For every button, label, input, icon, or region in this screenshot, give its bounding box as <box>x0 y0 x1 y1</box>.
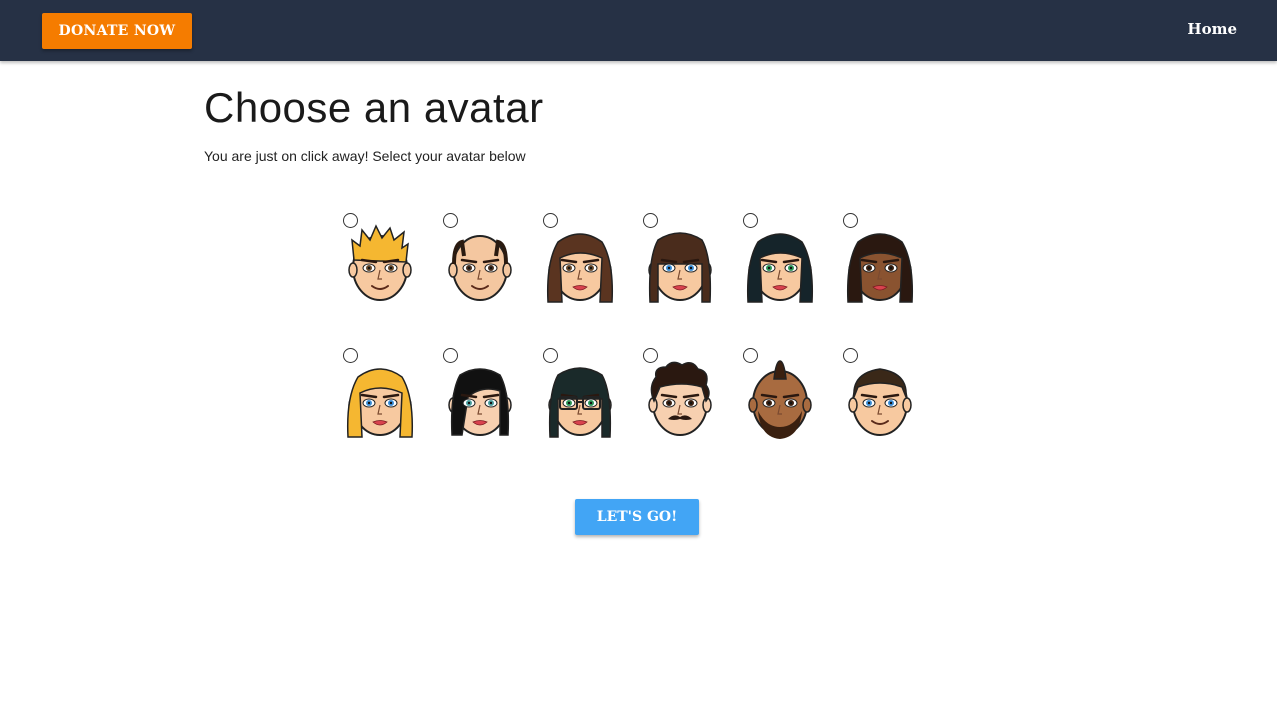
top-navbar: DONATE NOW Home <box>0 0 1277 61</box>
blue-eyed-man-avatar-icon[interactable] <box>842 357 918 441</box>
avatar-option-black-bob-woman[interactable] <box>440 345 520 445</box>
glasses-woman-avatar-icon[interactable] <box>542 357 618 441</box>
donate-now-button[interactable]: DONATE NOW <box>42 13 192 49</box>
mohawk-man-avatar-icon[interactable] <box>742 357 818 441</box>
avatar-grid <box>340 210 920 450</box>
black-haired-woman-avatar-icon[interactable] <box>742 222 818 306</box>
avatar-option-mustache-man[interactable] <box>640 345 720 445</box>
avatar-option-brown-haired-woman[interactable] <box>540 210 620 310</box>
lets-go-button[interactable]: LET'S GO! <box>575 499 699 535</box>
bald-man-avatar-icon[interactable] <box>442 222 518 306</box>
avatar-option-black-haired-woman[interactable] <box>740 210 820 310</box>
blond-spiky-man-avatar-icon[interactable] <box>342 222 418 306</box>
home-link[interactable]: Home <box>1187 20 1237 38</box>
bangs-woman-avatar-icon[interactable] <box>642 222 718 306</box>
mustache-man-avatar-icon[interactable] <box>642 357 718 441</box>
avatar-option-glasses-woman[interactable] <box>540 345 620 445</box>
avatar-option-dark-skinned-woman[interactable] <box>840 210 920 310</box>
page-subtitle: You are just on click away! Select your … <box>204 148 526 164</box>
avatar-option-mohawk-man[interactable] <box>740 345 820 445</box>
black-bob-woman-avatar-icon[interactable] <box>442 357 518 441</box>
avatar-option-blue-eyed-man[interactable] <box>840 345 920 445</box>
avatar-option-blonde-woman[interactable] <box>340 345 420 445</box>
blonde-woman-avatar-icon[interactable] <box>342 357 418 441</box>
brown-haired-woman-avatar-icon[interactable] <box>542 222 618 306</box>
page-title: Choose an avatar <box>204 84 544 131</box>
avatar-option-blond-spiky-man[interactable] <box>340 210 420 310</box>
avatar-option-bald-man[interactable] <box>440 210 520 310</box>
dark-skinned-woman-avatar-icon[interactable] <box>842 222 918 306</box>
avatar-option-bangs-woman[interactable] <box>640 210 720 310</box>
